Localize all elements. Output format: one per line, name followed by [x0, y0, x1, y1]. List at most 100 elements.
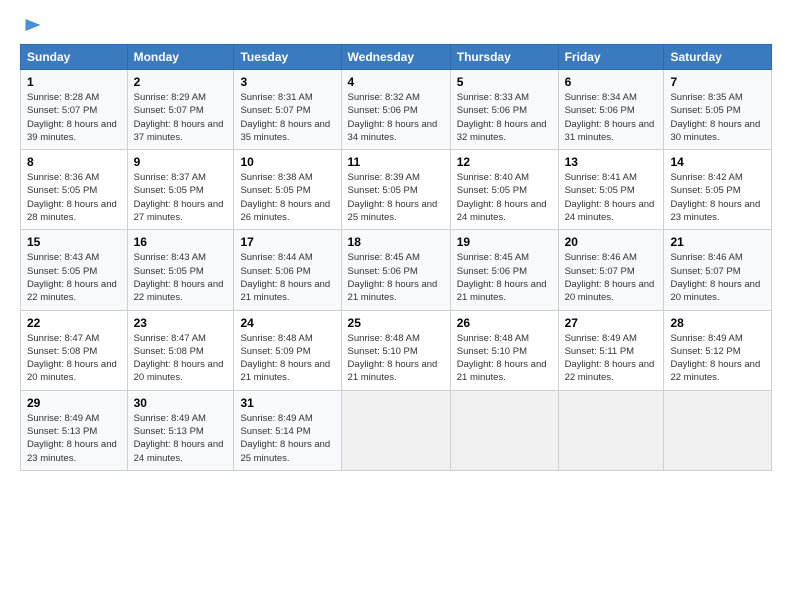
calendar-cell: 12 Sunrise: 8:40 AMSunset: 5:05 PMDayligh… — [450, 150, 558, 230]
calendar-header-wednesday: Wednesday — [341, 45, 450, 70]
calendar-header-tuesday: Tuesday — [234, 45, 341, 70]
calendar-cell: 6Sunrise: 8:34 AMSunset: 5:06 PMDaylight… — [558, 70, 664, 150]
calendar-cell: 13 Sunrise: 8:41 AMSunset: 5:05 PMDayligh… — [558, 150, 664, 230]
calendar-cell: 25 Sunrise: 8:48 AMSunset: 5:10 PMDayligh… — [341, 310, 450, 390]
calendar-cell: 26 Sunrise: 8:48 AMSunset: 5:10 PMDayligh… — [450, 310, 558, 390]
calendar-cell: 29Sunrise: 8:49 AMSunset: 5:13 PMDayligh… — [21, 390, 128, 470]
calendar-cell: 18Sunrise: 8:45 AMSunset: 5:06 PMDayligh… — [341, 230, 450, 310]
calendar-table: SundayMondayTuesdayWednesdayThursdayFrid… — [20, 44, 772, 471]
day-number: 21 — [670, 235, 765, 249]
calendar-header-saturday: Saturday — [664, 45, 772, 70]
calendar-cell: 8 Sunrise: 8:36 AMSunset: 5:05 PMDaylight… — [21, 150, 128, 230]
calendar-cell: 21 Sunrise: 8:46 AMSunset: 5:07 PMDayligh… — [664, 230, 772, 310]
calendar-cell — [664, 390, 772, 470]
calendar-cell: 4 Sunrise: 8:32 AMSunset: 5:06 PMDaylight… — [341, 70, 450, 150]
day-info: Sunrise: 8:49 AMSunset: 5:12 PMDaylight:… — [670, 332, 765, 385]
day-number: 20 — [565, 235, 658, 249]
day-number: 8 — [27, 155, 121, 169]
calendar-cell: 10 Sunrise: 8:38 AMSunset: 5:05 PMDayligh… — [234, 150, 341, 230]
day-number: 4 — [348, 75, 444, 89]
day-number: 5 — [457, 75, 552, 89]
calendar-cell: 5 Sunrise: 8:33 AMSunset: 5:06 PMDaylight… — [450, 70, 558, 150]
day-info: Sunrise: 8:37 AMSunset: 5:05 PMDaylight:… — [134, 171, 228, 224]
calendar-cell: 23Sunrise: 8:47 AMSunset: 5:08 PMDayligh… — [127, 310, 234, 390]
calendar-cell — [341, 390, 450, 470]
day-number: 31 — [240, 396, 334, 410]
calendar-week-row: 15 Sunrise: 8:43 AMSunset: 5:05 PMDayligh… — [21, 230, 772, 310]
day-info: Sunrise: 8:36 AMSunset: 5:05 PMDaylight:… — [27, 171, 121, 224]
day-info: Sunrise: 8:49 AMSunset: 5:13 PMDaylight:… — [27, 412, 121, 465]
day-info: Sunrise: 8:40 AMSunset: 5:05 PMDaylight:… — [457, 171, 552, 224]
calendar-cell: 14Sunrise: 8:42 AMSunset: 5:05 PMDayligh… — [664, 150, 772, 230]
day-info: Sunrise: 8:31 AMSunset: 5:07 PMDaylight:… — [240, 91, 334, 144]
day-number: 2 — [134, 75, 228, 89]
day-info: Sunrise: 8:48 AMSunset: 5:09 PMDaylight:… — [240, 332, 334, 385]
calendar-cell — [558, 390, 664, 470]
calendar-cell: 3 Sunrise: 8:31 AMSunset: 5:07 PMDaylight… — [234, 70, 341, 150]
day-info: Sunrise: 8:38 AMSunset: 5:05 PMDaylight:… — [240, 171, 334, 224]
day-info: Sunrise: 8:43 AMSunset: 5:05 PMDaylight:… — [134, 251, 228, 304]
day-info: Sunrise: 8:46 AMSunset: 5:07 PMDaylight:… — [670, 251, 765, 304]
day-info: Sunrise: 8:43 AMSunset: 5:05 PMDaylight:… — [27, 251, 121, 304]
calendar-cell: 31 Sunrise: 8:49 AMSunset: 5:14 PMDayligh… — [234, 390, 341, 470]
day-info: Sunrise: 8:39 AMSunset: 5:05 PMDaylight:… — [348, 171, 444, 224]
day-number: 17 — [240, 235, 334, 249]
header — [20, 16, 772, 34]
day-info: Sunrise: 8:29 AMSunset: 5:07 PMDaylight:… — [134, 91, 228, 144]
calendar-week-row: 22Sunrise: 8:47 AMSunset: 5:08 PMDayligh… — [21, 310, 772, 390]
day-info: Sunrise: 8:32 AMSunset: 5:06 PMDaylight:… — [348, 91, 444, 144]
calendar-header-friday: Friday — [558, 45, 664, 70]
calendar-week-row: 1 Sunrise: 8:28 AMSunset: 5:07 PMDaylight… — [21, 70, 772, 150]
day-number: 26 — [457, 316, 552, 330]
day-info: Sunrise: 8:48 AMSunset: 5:10 PMDaylight:… — [457, 332, 552, 385]
day-number: 1 — [27, 75, 121, 89]
page: SundayMondayTuesdayWednesdayThursdayFrid… — [0, 0, 792, 612]
day-info: Sunrise: 8:49 AMSunset: 5:11 PMDaylight:… — [565, 332, 658, 385]
calendar-header-monday: Monday — [127, 45, 234, 70]
calendar-cell — [450, 390, 558, 470]
day-number: 6 — [565, 75, 658, 89]
calendar-cell: 24 Sunrise: 8:48 AMSunset: 5:09 PMDayligh… — [234, 310, 341, 390]
day-number: 9 — [134, 155, 228, 169]
day-info: Sunrise: 8:49 AMSunset: 5:13 PMDaylight:… — [134, 412, 228, 465]
day-info: Sunrise: 8:28 AMSunset: 5:07 PMDaylight:… — [27, 91, 121, 144]
calendar-cell: 20 Sunrise: 8:46 AMSunset: 5:07 PMDayligh… — [558, 230, 664, 310]
day-number: 25 — [348, 316, 444, 330]
calendar-cell: 19 Sunrise: 8:45 AMSunset: 5:06 PMDayligh… — [450, 230, 558, 310]
calendar-cell: 30 Sunrise: 8:49 AMSunset: 5:13 PMDayligh… — [127, 390, 234, 470]
calendar-cell: 15 Sunrise: 8:43 AMSunset: 5:05 PMDayligh… — [21, 230, 128, 310]
calendar-cell: 17Sunrise: 8:44 AMSunset: 5:06 PMDayligh… — [234, 230, 341, 310]
day-info: Sunrise: 8:48 AMSunset: 5:10 PMDaylight:… — [348, 332, 444, 385]
day-number: 30 — [134, 396, 228, 410]
day-number: 10 — [240, 155, 334, 169]
day-number: 16 — [134, 235, 228, 249]
day-info: Sunrise: 8:41 AMSunset: 5:05 PMDaylight:… — [565, 171, 658, 224]
logo — [20, 16, 42, 34]
day-number: 3 — [240, 75, 334, 89]
day-info: Sunrise: 8:42 AMSunset: 5:05 PMDaylight:… — [670, 171, 765, 224]
day-info: Sunrise: 8:46 AMSunset: 5:07 PMDaylight:… — [565, 251, 658, 304]
day-info: Sunrise: 8:45 AMSunset: 5:06 PMDaylight:… — [457, 251, 552, 304]
calendar-cell: 2 Sunrise: 8:29 AMSunset: 5:07 PMDaylight… — [127, 70, 234, 150]
calendar-cell: 9 Sunrise: 8:37 AMSunset: 5:05 PMDaylight… — [127, 150, 234, 230]
day-info: Sunrise: 8:47 AMSunset: 5:08 PMDaylight:… — [134, 332, 228, 385]
day-number: 19 — [457, 235, 552, 249]
calendar-cell: 22Sunrise: 8:47 AMSunset: 5:08 PMDayligh… — [21, 310, 128, 390]
calendar-week-row: 8 Sunrise: 8:36 AMSunset: 5:05 PMDaylight… — [21, 150, 772, 230]
calendar-cell: 27 Sunrise: 8:49 AMSunset: 5:11 PMDayligh… — [558, 310, 664, 390]
calendar-header-thursday: Thursday — [450, 45, 558, 70]
day-number: 12 — [457, 155, 552, 169]
calendar-week-row: 29Sunrise: 8:49 AMSunset: 5:13 PMDayligh… — [21, 390, 772, 470]
day-info: Sunrise: 8:45 AMSunset: 5:06 PMDaylight:… — [348, 251, 444, 304]
day-number: 27 — [565, 316, 658, 330]
day-number: 13 — [565, 155, 658, 169]
calendar-cell: 1 Sunrise: 8:28 AMSunset: 5:07 PMDaylight… — [21, 70, 128, 150]
calendar-cell: 11Sunrise: 8:39 AMSunset: 5:05 PMDayligh… — [341, 150, 450, 230]
day-number: 24 — [240, 316, 334, 330]
calendar-cell: 28Sunrise: 8:49 AMSunset: 5:12 PMDayligh… — [664, 310, 772, 390]
day-info: Sunrise: 8:49 AMSunset: 5:14 PMDaylight:… — [240, 412, 334, 465]
day-number: 15 — [27, 235, 121, 249]
day-info: Sunrise: 8:33 AMSunset: 5:06 PMDaylight:… — [457, 91, 552, 144]
calendar-cell: 7Sunrise: 8:35 AMSunset: 5:05 PMDaylight… — [664, 70, 772, 150]
day-info: Sunrise: 8:35 AMSunset: 5:05 PMDaylight:… — [670, 91, 765, 144]
